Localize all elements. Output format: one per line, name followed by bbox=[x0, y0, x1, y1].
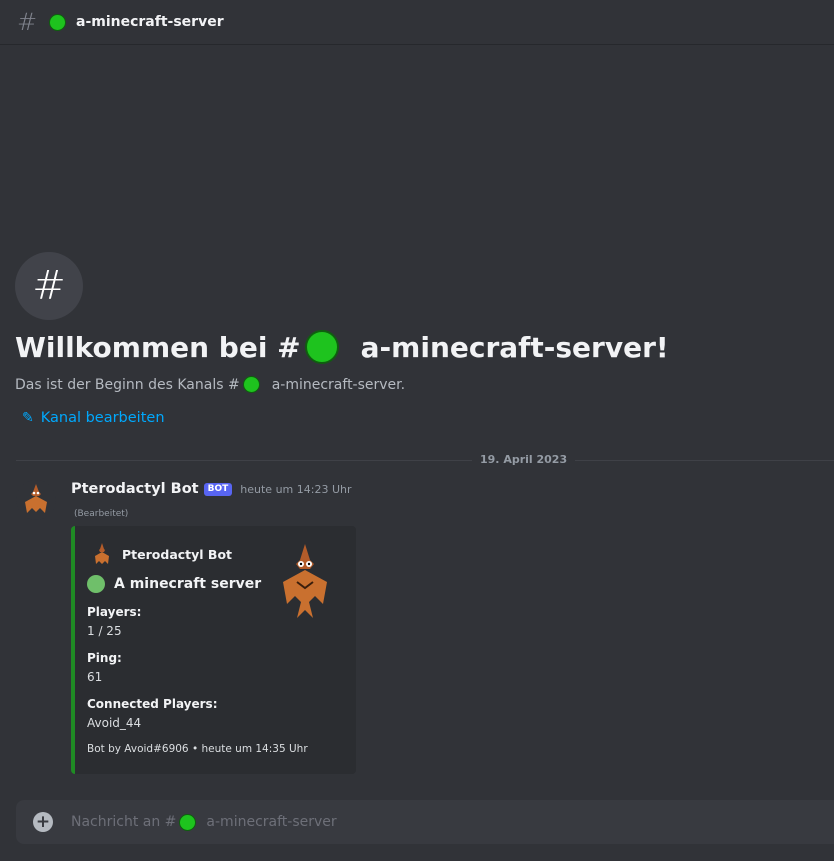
pterodactyl-head-icon bbox=[31, 484, 41, 496]
field-value: Avoid_44 bbox=[87, 716, 142, 730]
message-input[interactable]: Nachricht an # a-minecraft-server bbox=[71, 813, 337, 831]
message-composer[interactable]: + Nachricht an # a-minecraft-server bbox=[16, 800, 834, 844]
field-value: 1 / 25 bbox=[87, 624, 122, 638]
embed-footer: Bot by Avoid#6906 • heute um 14:35 Uhr bbox=[87, 743, 308, 755]
embed-field-players: Players: 1 / 25 bbox=[87, 605, 141, 638]
pencil-icon: ✎ bbox=[22, 410, 34, 426]
date-divider-label: 19. April 2023 bbox=[472, 453, 576, 466]
field-name: Players: bbox=[87, 605, 142, 619]
channel-hash-large-icon: # bbox=[15, 252, 83, 320]
welcome-subtitle: Das ist der Beginn des Kanals # a-minecr… bbox=[15, 376, 405, 393]
pterodactyl-small-icon bbox=[95, 543, 109, 564]
welcome-title-suffix: a-minecraft-server! bbox=[360, 330, 669, 364]
embed-author-name: Pterodactyl Bot bbox=[122, 546, 233, 562]
placeholder-suffix: a-minecraft-server bbox=[206, 814, 337, 830]
embed-field-connected-players: Connected Players: Avoid_44 bbox=[87, 697, 218, 730]
bot-badge: BOT bbox=[203, 482, 233, 496]
bot-avatar[interactable] bbox=[16, 480, 56, 520]
embed-title: A minecraft server bbox=[87, 575, 261, 593]
embed-title-text: A minecraft server bbox=[114, 576, 262, 592]
placeholder-prefix: Nachricht an # bbox=[71, 814, 177, 830]
green-circle-emoji bbox=[179, 813, 197, 831]
field-name: Connected Players: bbox=[87, 697, 218, 711]
green-circle-emoji bbox=[304, 330, 339, 364]
embed-author: Pterodactyl Bot bbox=[91, 542, 232, 566]
date-divider bbox=[16, 460, 834, 461]
edited-label: (Bearbeitet) bbox=[74, 509, 129, 519]
message-header: Pterodactyl Bot BOT heute um 14:23 Uhr bbox=[71, 481, 352, 497]
pterodactyl-thumbnail[interactable] bbox=[279, 542, 331, 620]
welcome-title-prefix: Willkommen bei # bbox=[15, 330, 301, 364]
pterodactyl-wing-icon bbox=[25, 496, 47, 513]
field-value: 61 bbox=[87, 670, 103, 684]
channel-name[interactable]: a-minecraft-server bbox=[76, 14, 224, 30]
field-name: Ping: bbox=[87, 651, 122, 665]
welcome-subtitle-prefix: Das ist der Beginn des Kanals # bbox=[15, 376, 240, 393]
green-circle-emoji bbox=[242, 376, 260, 393]
green-circle-icon bbox=[87, 575, 105, 593]
edit-channel-link[interactable]: ✎ Kanal bearbeiten bbox=[22, 410, 165, 426]
green-circle-emoji bbox=[49, 13, 66, 31]
channel-header: # a-minecraft-server bbox=[0, 0, 834, 45]
edit-channel-label: Kanal bearbeiten bbox=[40, 410, 165, 426]
welcome-title: Willkommen bei # a-minecraft-server! bbox=[15, 330, 669, 364]
message-timestamp: heute um 14:23 Uhr bbox=[240, 482, 352, 496]
welcome-subtitle-suffix: a-minecraft-server. bbox=[271, 376, 406, 393]
embed-field-ping: Ping: 61 bbox=[87, 651, 122, 684]
message-author[interactable]: Pterodactyl Bot bbox=[71, 481, 199, 497]
add-attachment-icon[interactable]: + bbox=[33, 812, 53, 832]
message-embed: Pterodactyl Bot A minecraft server Playe… bbox=[71, 526, 356, 774]
channel-hash-icon: # bbox=[17, 8, 38, 36]
